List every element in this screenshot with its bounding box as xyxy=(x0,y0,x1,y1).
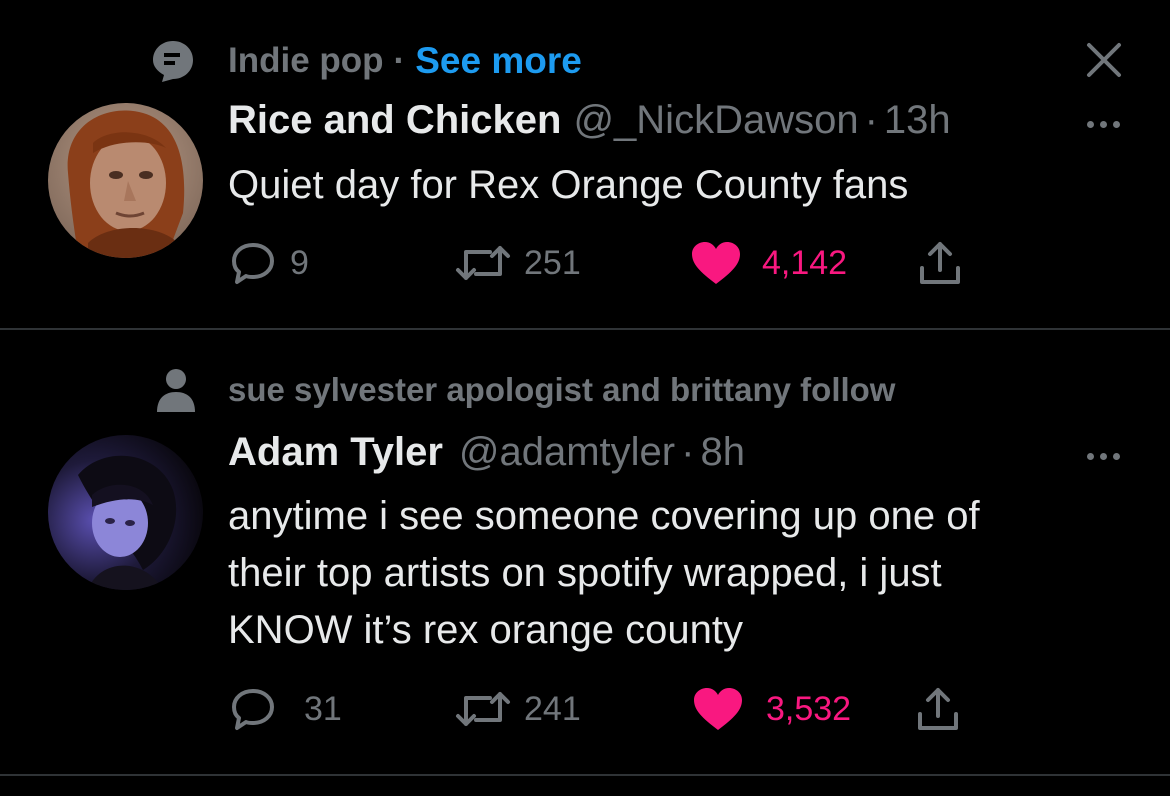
tweet[interactable]: Indie pop · See more Rice and Chicken @_… xyxy=(0,0,1170,328)
more-icon[interactable] xyxy=(1087,121,1120,128)
see-more-link[interactable]: See more xyxy=(415,40,582,82)
retweet-icon xyxy=(456,246,510,280)
author-name[interactable]: Adam Tyler xyxy=(228,430,443,475)
close-icon[interactable] xyxy=(1086,42,1122,78)
reply-button[interactable]: 9 xyxy=(230,238,309,288)
share-button[interactable] xyxy=(916,684,960,734)
follow-context: sue sylvester apologist and brittany fol… xyxy=(228,370,895,410)
person-icon xyxy=(156,368,196,417)
tweet[interactable]: sue sylvester apologist and brittany fol… xyxy=(0,330,1170,774)
tweet-text: Quiet day for Rex Orange County fans xyxy=(228,163,909,207)
like-count: 3,532 xyxy=(766,689,852,728)
avatar[interactable] xyxy=(48,435,203,590)
avatar[interactable] xyxy=(48,103,203,258)
more-icon[interactable] xyxy=(1087,453,1120,460)
author-handle[interactable]: @_NickDawson xyxy=(573,98,858,143)
timestamp[interactable]: 8h xyxy=(700,430,745,475)
tweet-text: anytime i see someone covering up one of… xyxy=(228,494,980,652)
share-icon xyxy=(920,242,960,284)
reply-icon xyxy=(232,243,274,284)
topic-label[interactable]: Indie pop xyxy=(228,41,384,81)
share-icon xyxy=(918,688,958,730)
topic-icon xyxy=(150,38,196,89)
topic-context: Indie pop · See more xyxy=(228,40,582,82)
tweet-divider xyxy=(0,774,1170,776)
like-button[interactable]: 4,142 xyxy=(690,238,847,288)
retweet-count: 241 xyxy=(524,689,581,728)
timestamp[interactable]: 13h xyxy=(884,98,951,143)
tweet-header: Rice and Chicken @_NickDawson · 13h xyxy=(228,98,951,150)
header-separator: · xyxy=(681,430,695,474)
reply-count: 9 xyxy=(290,243,309,282)
context-separator: · xyxy=(393,41,406,80)
retweet-button[interactable]: 251 xyxy=(454,238,581,288)
reply-count: 31 xyxy=(304,689,342,728)
tweet-actions: 31 241 3,532 xyxy=(228,684,988,734)
reply-button[interactable]: 31 xyxy=(230,684,342,734)
reply-icon xyxy=(232,689,274,730)
tweet-actions: 9 251 4,142 xyxy=(228,238,988,288)
share-button[interactable] xyxy=(918,238,962,288)
retweet-count: 251 xyxy=(524,243,581,282)
like-button[interactable]: 3,532 xyxy=(692,684,851,734)
header-separator: · xyxy=(864,98,878,142)
retweet-button[interactable]: 241 xyxy=(454,684,581,734)
tweet-header: Adam Tyler @adamtyler · 8h xyxy=(228,430,745,482)
like-count: 4,142 xyxy=(762,243,848,282)
author-name[interactable]: Rice and Chicken xyxy=(228,98,561,143)
follow-context-text[interactable]: sue sylvester apologist and brittany fol… xyxy=(228,371,895,409)
heart-icon xyxy=(692,242,740,284)
author-handle[interactable]: @adamtyler xyxy=(459,430,675,475)
retweet-icon xyxy=(456,692,510,726)
heart-icon xyxy=(694,688,742,730)
